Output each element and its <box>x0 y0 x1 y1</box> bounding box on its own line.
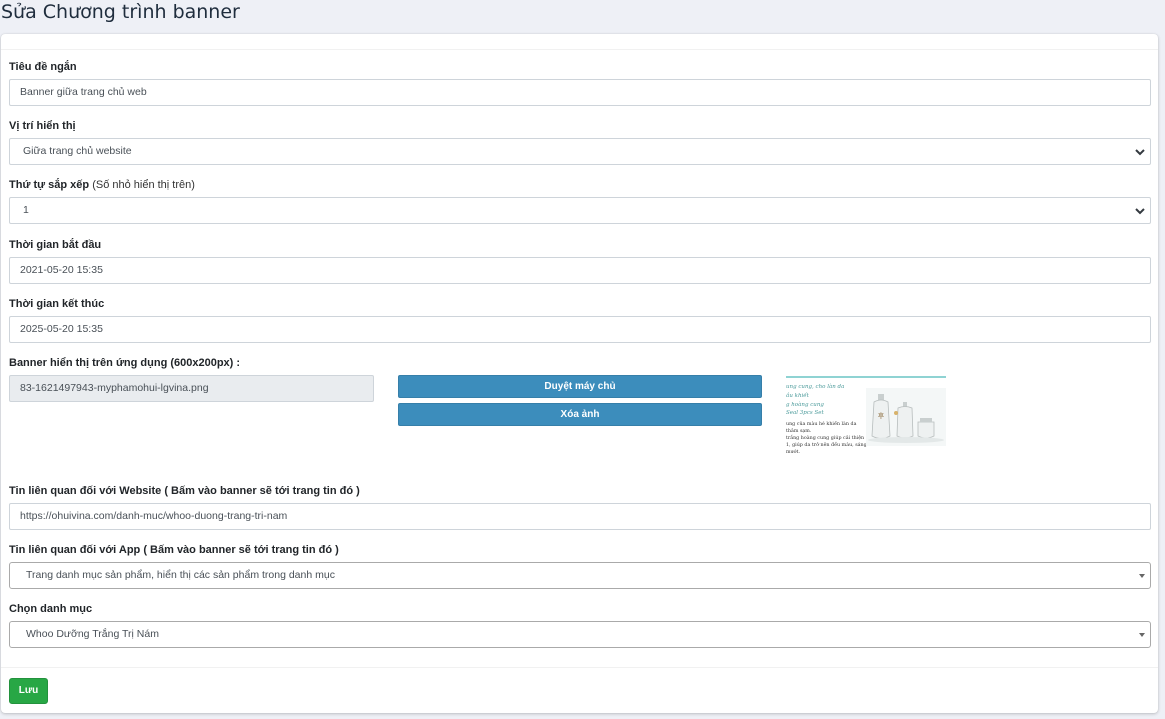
position-select[interactable]: Giữa trang chủ website <box>9 138 1151 165</box>
order-label-text: Thứ tự sắp xếp <box>9 179 90 191</box>
svg-text:후: 후 <box>878 412 885 420</box>
order-select[interactable]: 1 <box>9 197 1151 224</box>
product-bottles-picture: 후 <box>866 388 946 446</box>
card-footer-divider <box>1 667 1158 668</box>
banner-label: Banner hiển thị trên ứng dụng (600x200px… <box>9 357 241 369</box>
position-label: Vị trí hiển thị <box>9 120 76 132</box>
category-select-value: Whoo Dưỡng Trắng Trị Nám <box>26 628 159 640</box>
chevron-down-icon <box>1135 149 1145 156</box>
app-link-select[interactable]: Trang danh mục sản phẩm, hiển thị các sả… <box>9 562 1151 589</box>
save-button[interactable]: Lưu <box>9 678 48 704</box>
website-link-input[interactable]: https://ohuivina.com/danh-muc/whoo-duong… <box>9 503 1151 530</box>
start-time-label: Thời gian bắt đầu <box>9 239 102 251</box>
app-link-label: Tin liên quan đối với App ( Bấm vào bann… <box>9 544 339 556</box>
caret-down-icon <box>1139 574 1145 578</box>
chevron-down-icon <box>1135 208 1145 215</box>
end-time-label: Thời gian kết thúc <box>9 298 105 310</box>
caret-down-icon <box>1139 633 1145 637</box>
order-label-hint: (Số nhỏ hiển thị trên) <box>92 179 195 191</box>
order-select-value: 1 <box>23 204 29 216</box>
end-time-input[interactable]: 2025-05-20 15:35 <box>9 316 1151 343</box>
browse-server-button[interactable]: Duyệt máy chủ <box>398 375 762 398</box>
app-link-select-value: Trang danh mục sản phẩm, hiển thị các sả… <box>26 569 335 581</box>
short-title-input[interactable]: Banner giữa trang chủ web <box>9 79 1151 106</box>
short-title-label: Tiêu đề ngắn <box>9 61 77 73</box>
position-select-value: Giữa trang chủ website <box>23 145 132 157</box>
delete-image-button[interactable]: Xóa ảnh <box>398 403 762 426</box>
banner-preview-image: ung cung, cho làn da ầu khiết g hoàng cu… <box>786 376 946 466</box>
card-header-divider <box>1 49 1158 50</box>
category-select[interactable]: Whoo Dưỡng Trắng Trị Nám <box>9 621 1151 648</box>
website-link-label: Tin liên quan đối với Website ( Bấm vào … <box>9 485 360 497</box>
order-label: Thứ tự sắp xếp (Số nhỏ hiển thị trên) <box>9 179 195 191</box>
page-title: Sửa Chương trình banner <box>1 1 240 23</box>
edit-banner-card: Tiêu đề ngắn Banner giữa trang chủ web V… <box>1 34 1158 713</box>
banner-filename-input[interactable]: 83-1621497943-myphamohui-lgvina.png <box>9 375 374 402</box>
category-label: Chọn danh mục <box>9 603 93 615</box>
start-time-input[interactable]: 2021-05-20 15:35 <box>9 257 1151 284</box>
